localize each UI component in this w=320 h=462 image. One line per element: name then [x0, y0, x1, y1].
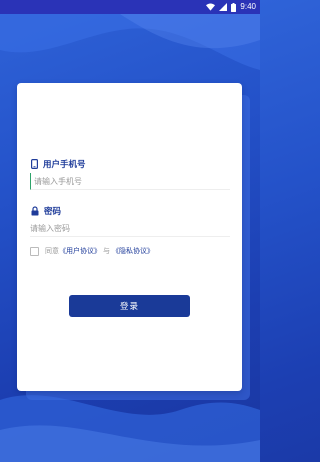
login-card: 用户手机号 密码 同意 《用户协议》 与 《隐私协议》 登录 — [17, 83, 242, 391]
login-button[interactable]: 登录 — [69, 295, 190, 317]
signal-icon — [219, 3, 228, 11]
password-input[interactable] — [30, 220, 230, 237]
password-label: 密码 — [44, 207, 62, 217]
agreement-checkbox[interactable] — [30, 246, 39, 256]
phone-input[interactable] — [30, 173, 230, 190]
agree-prefix: 同意 — [45, 247, 59, 255]
user-agreement-link[interactable]: 《用户协议》 — [59, 246, 101, 256]
privacy-policy-link[interactable]: 《隐私协议》 — [112, 246, 154, 256]
status-icons: 9:40 — [206, 1, 256, 13]
password-label-row: 密码 — [31, 205, 61, 217]
status-bar: 9:40 — [0, 0, 260, 14]
agree-and: 与 — [103, 247, 110, 255]
battery-icon — [231, 2, 237, 12]
status-time: 9:40 — [240, 2, 256, 11]
wifi-icon — [206, 3, 216, 11]
agreement-row: 同意 《用户协议》 与 《隐私协议》 — [30, 246, 154, 256]
phone-label: 用户手机号 — [43, 160, 86, 170]
phone-label-row: 用户手机号 — [31, 158, 86, 170]
lock-icon — [31, 206, 39, 216]
phone-icon — [31, 159, 38, 169]
